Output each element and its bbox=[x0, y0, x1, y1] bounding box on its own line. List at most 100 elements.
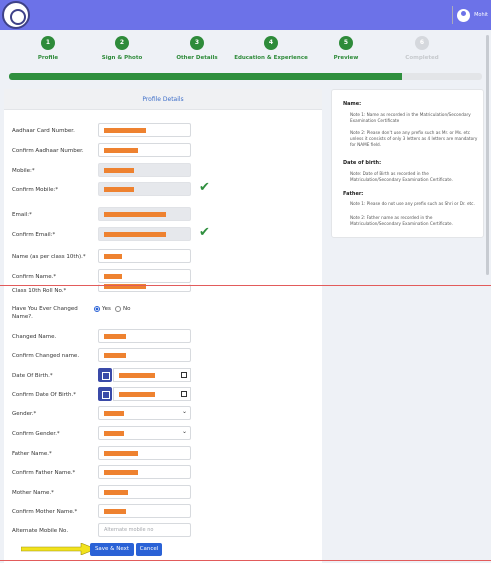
user-name[interactable]: Mohit bbox=[474, 12, 488, 18]
radio-dot-icon[interactable] bbox=[94, 306, 100, 312]
radio-yes[interactable]: Yes bbox=[94, 306, 111, 312]
dob-note: Note: Date of Birth as recorded in the M… bbox=[350, 171, 453, 182]
radio-no[interactable]: No bbox=[115, 306, 130, 312]
progress-bar-fill bbox=[9, 73, 402, 80]
form-title: Profile Details bbox=[4, 89, 322, 110]
redacted-value bbox=[104, 274, 122, 279]
gender-label: Gender.* bbox=[12, 411, 37, 417]
redacted-value bbox=[104, 470, 138, 475]
annotation-arrow-icon bbox=[21, 543, 97, 555]
chevron-down-icon: ⌄ bbox=[181, 428, 187, 435]
confirm-mother-name-input[interactable] bbox=[98, 504, 191, 518]
redacted-value bbox=[104, 148, 138, 153]
mother-name-label: Mother Name.* bbox=[12, 490, 54, 496]
changed-name-input[interactable] bbox=[98, 329, 191, 343]
father-note-heading: Father: bbox=[343, 191, 364, 197]
verified-check-icon: ✔ bbox=[199, 180, 210, 195]
calendar-icon[interactable] bbox=[98, 387, 112, 401]
top-navbar: Mohit bbox=[0, 0, 491, 30]
father-note-2: Note 2: Father name as recorded in the M… bbox=[350, 215, 453, 226]
verified-check-icon: ✔ bbox=[199, 225, 210, 240]
scrollbar[interactable] bbox=[486, 35, 489, 275]
email-label: Email:* bbox=[12, 212, 32, 218]
confirm-changed-name-label: Confirm Changed name. bbox=[12, 353, 80, 359]
radio-no-label: No bbox=[123, 306, 131, 312]
redacted-value bbox=[119, 392, 155, 397]
aadhaar-input[interactable] bbox=[98, 123, 191, 137]
redacted-value bbox=[104, 353, 126, 358]
profile-form-card: Profile Details Aadhaar Card Number. Con… bbox=[4, 89, 322, 563]
calendar-icon[interactable] bbox=[181, 372, 187, 378]
confirm-father-name-input[interactable] bbox=[98, 465, 191, 479]
alt-mobile-label: Alternate Mobile No. bbox=[12, 528, 69, 534]
step-completed: 6 Completed bbox=[377, 36, 467, 61]
aadhaar-label: Aadhaar Card Number. bbox=[12, 128, 75, 134]
alt-mobile-input[interactable]: Alternate mobile no bbox=[98, 523, 191, 537]
confirm-aadhaar-input[interactable] bbox=[98, 143, 191, 157]
name-note-heading: Name: bbox=[343, 101, 362, 107]
name-note-2: Note 2: Please don't use any prefix such… bbox=[350, 130, 478, 147]
confirm-dob-input[interactable] bbox=[113, 387, 191, 401]
changed-name-label: Changed Name. bbox=[12, 334, 57, 340]
user-menu[interactable]: Mohit bbox=[452, 5, 488, 25]
email-input bbox=[98, 207, 191, 221]
redacted-value bbox=[104, 490, 128, 495]
confirm-dob-label: Confirm Date Of Birth.* bbox=[12, 392, 77, 398]
radio-yes-label: Yes bbox=[102, 306, 111, 312]
progress-bar bbox=[9, 73, 482, 80]
redacted-value bbox=[104, 334, 126, 339]
dob-label: Date Of Birth.* bbox=[12, 373, 53, 379]
step-number: 3 bbox=[190, 36, 204, 50]
divider-line bbox=[0, 285, 491, 286]
dob-note-heading: Date of birth: bbox=[343, 160, 382, 166]
confirm-father-name-label: Confirm Father Name.* bbox=[12, 470, 76, 476]
progress-stepper: 1 Profile 2 Sign & Photo 3 Other Details… bbox=[0, 32, 491, 68]
confirm-email-input bbox=[98, 227, 191, 241]
calendar-icon[interactable] bbox=[98, 368, 112, 382]
mobile-label: Mobile:* bbox=[12, 168, 35, 174]
calendar-icon[interactable] bbox=[181, 391, 187, 397]
redacted-value bbox=[104, 212, 166, 217]
confirm-changed-name-input[interactable] bbox=[98, 348, 191, 362]
confirm-gender-select[interactable]: ⌄ bbox=[98, 426, 191, 440]
father-note-1: Note 1: Please do not use any prefix suc… bbox=[350, 201, 475, 206]
alt-mobile-placeholder: Alternate mobile no bbox=[104, 527, 154, 533]
confirm-gender-label: Confirm Gender.* bbox=[12, 431, 60, 437]
save-next-button[interactable]: Save & Next bbox=[90, 543, 134, 556]
radio-dot-icon[interactable] bbox=[115, 306, 121, 312]
step-number: 1 bbox=[41, 36, 55, 50]
redacted-value bbox=[104, 232, 166, 237]
step-number: 4 bbox=[264, 36, 278, 50]
confirm-mobile-label: Confirm Mobile:* bbox=[12, 187, 59, 193]
dob-input[interactable] bbox=[113, 368, 191, 382]
confirm-mobile-input bbox=[98, 182, 191, 196]
redacted-value bbox=[104, 254, 122, 259]
notes-panel: Name: Note 1: Name as recorded in the Ma… bbox=[331, 89, 484, 238]
redacted-value bbox=[104, 431, 124, 436]
name-label: Name (as per class 10th).* bbox=[12, 254, 86, 260]
divider-line bbox=[0, 560, 491, 561]
user-avatar-icon[interactable] bbox=[457, 8, 471, 22]
divider bbox=[452, 6, 454, 24]
step-number: 2 bbox=[115, 36, 129, 50]
redacted-value bbox=[104, 168, 134, 173]
redacted-value bbox=[119, 373, 155, 378]
name-input[interactable] bbox=[98, 249, 191, 263]
name-note-1: Note 1: Name as recorded in the Matricul… bbox=[350, 112, 471, 123]
redacted-value bbox=[104, 128, 146, 133]
step-number: 5 bbox=[339, 36, 353, 50]
changed-name-question-label: Have You Ever Changed Name?. bbox=[12, 306, 78, 320]
father-name-input[interactable] bbox=[98, 446, 191, 460]
step-label: Completed bbox=[405, 55, 439, 61]
redacted-value bbox=[104, 509, 126, 514]
redacted-value bbox=[104, 411, 124, 416]
mobile-input bbox=[98, 163, 191, 177]
confirm-name-input[interactable] bbox=[98, 269, 191, 283]
father-name-label: Father Name.* bbox=[12, 451, 52, 457]
mother-name-input[interactable] bbox=[98, 485, 191, 499]
confirm-mother-name-label: Confirm Mother Name.* bbox=[12, 509, 78, 515]
confirm-email-label: Confirm Email:* bbox=[12, 232, 56, 238]
redacted-value bbox=[104, 187, 134, 192]
cancel-button[interactable]: Cancel bbox=[136, 543, 162, 556]
gender-select[interactable]: ⌄ bbox=[98, 406, 191, 420]
